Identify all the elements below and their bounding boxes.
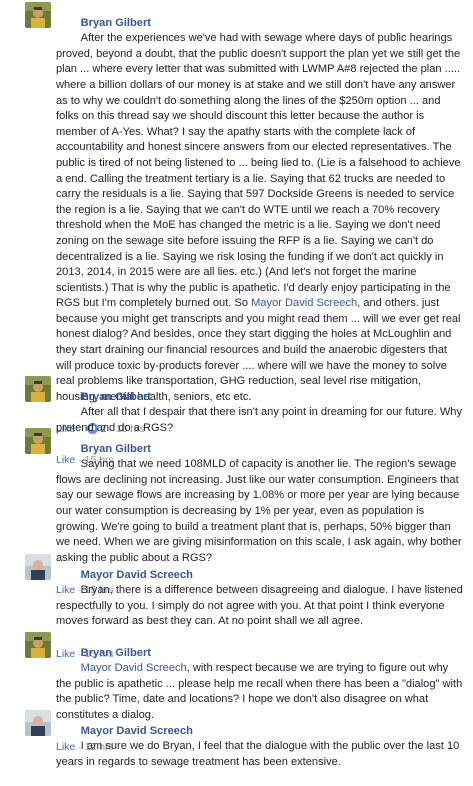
comment-author-link[interactable]: Bryan Gilbert [81, 391, 151, 403]
avatar-bryan-gilbert[interactable] [25, 376, 51, 402]
comment-author-link[interactable]: Bryan Gilbert [81, 17, 151, 29]
comment-author-link[interactable]: Bryan Gilbert [81, 443, 151, 455]
avatar-bryan-gilbert[interactable] [25, 632, 51, 658]
comment-author-link[interactable]: Mayor David Screech [81, 725, 193, 737]
mention-link[interactable]: Mayor David Screech [81, 662, 187, 674]
comment-author-link[interactable]: Bryan Gilbert [81, 647, 151, 659]
comment-text-segment: Bryan, there is a difference between dis… [56, 584, 466, 628]
comment-text-segment: Saying that we need 108MLD of capacity i… [56, 458, 465, 564]
avatar-bryan-gilbert[interactable] [25, 428, 51, 454]
comment-author-link[interactable]: Mayor David Screech [81, 569, 193, 581]
comment-body: Mayor David Screech I am sure we do Brya… [56, 708, 464, 786]
avatar-bryan-gilbert[interactable] [25, 2, 51, 28]
comment-text: Mayor David Screech I am sure we do Brya… [56, 725, 462, 784]
comment-text-segment: I am sure we do Bryan, I feel that the d… [56, 740, 463, 768]
avatar-mayor-david-screech[interactable] [25, 710, 51, 736]
avatar-mayor-david-screech[interactable] [25, 554, 51, 580]
comment-text: Bryan Gilbert After the experiences we'v… [56, 17, 464, 419]
comment-body: Bryan Gilbert After the experiences we'v… [56, 0, 464, 436]
comment-thread: Bryan Gilbert After the experiences we'v… [0, 0, 473, 768]
comment-text-segment: After the experiences we've had with sew… [56, 32, 464, 310]
mention-link[interactable]: Mayor David Screech [251, 297, 357, 309]
